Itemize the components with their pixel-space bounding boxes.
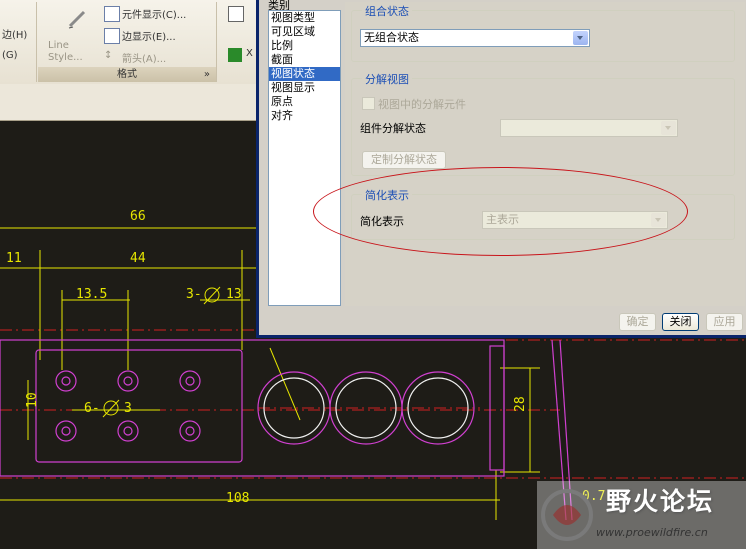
ribbon-edge-item[interactable]: 边(H) bbox=[2, 26, 27, 41]
logo-icon bbox=[541, 489, 593, 541]
ribbon-group-format: Line Style... 元件显示(C)... 边显示(E)... ↕ 箭头(… bbox=[38, 2, 217, 82]
dim-6x: 6- bbox=[84, 401, 100, 416]
category-item[interactable]: 对齐 bbox=[269, 109, 340, 123]
category-item[interactable]: 可见区域 bbox=[269, 25, 340, 39]
dim-28: 28 bbox=[513, 396, 528, 412]
category-item[interactable]: 视图类型 bbox=[269, 11, 340, 25]
chevron-down-icon[interactable] bbox=[661, 121, 676, 135]
dim-11: 11 bbox=[6, 251, 22, 266]
ribbon-group-right: X bbox=[218, 2, 258, 82]
dim-10: 10 bbox=[25, 392, 40, 408]
category-item[interactable]: 截面 bbox=[269, 53, 340, 67]
dim-13-5: 13.5 bbox=[76, 287, 107, 302]
combined-state-title: 组合状态 bbox=[362, 3, 412, 19]
ribbon-right-item[interactable]: X bbox=[246, 48, 253, 59]
pencil-icon[interactable] bbox=[66, 8, 88, 30]
view-state-panel: 组合状态 无组合状态 分解视图 视图中的分解元件 组件分解状态 定制分解状态 简… bbox=[345, 2, 745, 306]
exploded-checkbox-label: 视图中的分解元件 bbox=[378, 98, 466, 111]
component-display-icon bbox=[104, 6, 120, 22]
expand-icon[interactable]: » bbox=[204, 67, 210, 82]
ribbon: 边(H) (G) Line Style... 元件显示(C)... 边显示(E)… bbox=[0, 0, 258, 85]
ribbon-g-item[interactable]: (G) bbox=[2, 50, 18, 61]
category-item-selected[interactable]: 视图状态 bbox=[269, 67, 340, 81]
exploded-view-title: 分解视图 bbox=[362, 71, 412, 87]
watermark-url: www.proewildfire.cn bbox=[596, 526, 708, 539]
grid-icon[interactable] bbox=[228, 48, 242, 62]
edge-display-icon bbox=[104, 28, 120, 44]
dim-108: 108 bbox=[226, 491, 249, 506]
ribbon-footer-format[interactable]: 格式 » bbox=[38, 67, 216, 82]
line-style-label[interactable]: Line Style... bbox=[48, 40, 98, 64]
chevron-down-icon[interactable] bbox=[573, 31, 588, 45]
dim-3: 3 bbox=[124, 401, 132, 416]
toolbar-strip bbox=[0, 84, 258, 121]
watermark-title: 野火论坛 bbox=[606, 487, 715, 516]
category-item[interactable]: 比例 bbox=[269, 39, 340, 53]
component-state-label: 组件分解状态 bbox=[360, 122, 426, 135]
close-button[interactable]: 关闭 bbox=[662, 313, 699, 331]
category-list[interactable]: 视图类型 可见区域 比例 截面 视图状态 视图显示 原点 对齐 bbox=[268, 10, 341, 306]
category-item[interactable]: 原点 bbox=[269, 95, 340, 109]
highlight-ellipse bbox=[313, 167, 688, 256]
chart-icon[interactable] bbox=[228, 6, 244, 22]
dim-66: 66 bbox=[130, 209, 146, 224]
exploded-checkbox[interactable] bbox=[362, 97, 375, 110]
combined-state-select[interactable]: 无组合状态 bbox=[360, 29, 590, 47]
dim-13: 13 bbox=[226, 287, 242, 302]
ribbon-arrow[interactable]: 箭头(A)... bbox=[122, 50, 166, 65]
combined-state-value: 无组合状态 bbox=[364, 31, 419, 44]
category-item[interactable]: 视图显示 bbox=[269, 81, 340, 95]
ribbon-group-edge: 边(H) (G) bbox=[0, 2, 37, 82]
apply-button[interactable]: 应用 bbox=[706, 313, 743, 331]
dim-3x: 3- bbox=[186, 287, 202, 302]
exploded-view-group: 分解视图 视图中的分解元件 组件分解状态 定制分解状态 bbox=[351, 71, 735, 176]
ribbon-component-display[interactable]: 元件显示(C)... bbox=[122, 6, 186, 21]
component-state-select[interactable] bbox=[500, 119, 678, 137]
combined-state-group: 组合状态 无组合状态 bbox=[351, 3, 735, 62]
define-exploded-state-button[interactable]: 定制分解状态 bbox=[362, 151, 446, 169]
ok-button[interactable]: 确定 bbox=[619, 313, 656, 331]
dim-44: 44 bbox=[130, 251, 146, 266]
ribbon-edge-display[interactable]: 边显示(E)... bbox=[122, 28, 176, 43]
arrow-icon: ↕ bbox=[104, 50, 113, 61]
